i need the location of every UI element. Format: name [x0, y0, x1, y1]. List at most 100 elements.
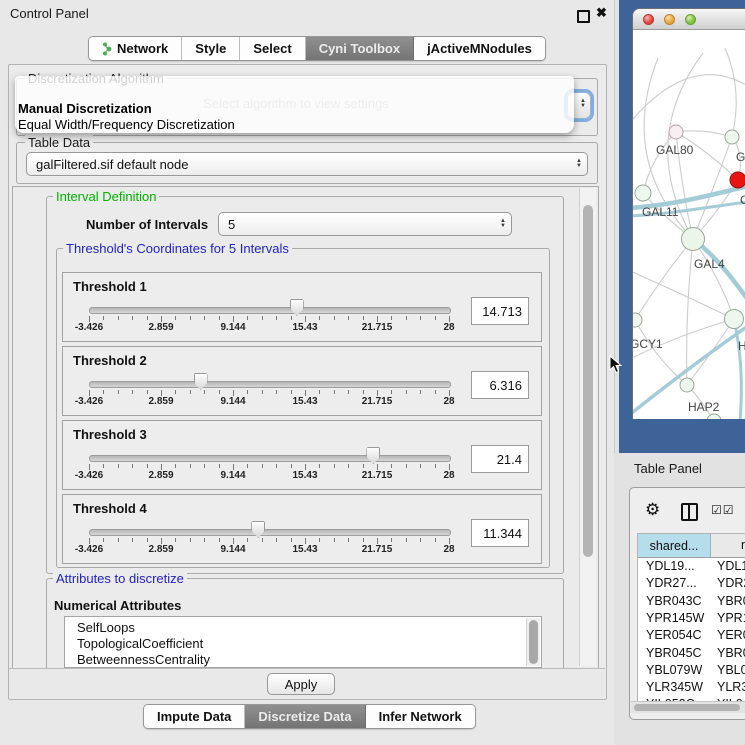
slider-tick: [175, 390, 176, 394]
dropdown-item-equal-width-frequency-discretization[interactable]: Equal Width/Frequency Discretization: [18, 117, 568, 132]
vertical-scrollbar[interactable]: [579, 188, 596, 666]
slider-tick-label: -3.426: [67, 322, 111, 333]
threshold-value-field[interactable]: [471, 519, 529, 547]
network-canvas[interactable]: GAL80GACGAL11GAL4GCY1HHAP2: [633, 30, 745, 419]
apply-button[interactable]: Apply: [267, 673, 335, 695]
cell-shared-name[interactable]: YDL19...: [646, 559, 695, 573]
tab-impute-data[interactable]: Impute Data: [144, 705, 245, 728]
cell-name[interactable]: YDR2: [717, 576, 745, 590]
slider-tick: [348, 316, 349, 320]
threshold-value-field[interactable]: [471, 445, 529, 473]
table-row[interactable]: YBR043C YBR0: [638, 594, 745, 611]
cell-name[interactable]: YLR3: [717, 680, 745, 694]
table-header-name[interactable]: name: [741, 538, 745, 552]
cell-shared-name[interactable]: YPR145W: [646, 611, 704, 625]
slider-tick: [147, 538, 148, 542]
slider-tick: [363, 538, 364, 542]
number-of-intervals-combo[interactable]: 5 ▲▼: [218, 212, 512, 236]
network-node-gal4[interactable]: [682, 228, 705, 251]
scrollbar-thumb[interactable]: [634, 704, 740, 711]
table-row[interactable]: YPR145W YPR1: [638, 611, 745, 628]
slider-tick: [406, 538, 407, 542]
slider-tick: [276, 316, 277, 320]
cell-shared-name[interactable]: YDR27...: [646, 576, 697, 590]
slider-tick: [190, 538, 191, 542]
window-title: Control Panel: [10, 6, 89, 21]
close-icon[interactable]: ✖: [596, 5, 607, 21]
slider-track[interactable]: [89, 381, 451, 388]
cell-name[interactable]: YBL0: [717, 663, 745, 677]
node-label: GA: [736, 150, 745, 164]
slider-tick: [420, 316, 421, 320]
network-node-c[interactable]: [730, 172, 745, 188]
cell-shared-name[interactable]: YBR045C: [646, 646, 702, 660]
cell-name[interactable]: YBR0: [717, 646, 745, 660]
table-row[interactable]: YDR27... YDR2: [638, 576, 745, 593]
cell-shared-name[interactable]: YER054C: [646, 628, 702, 642]
threshold-label: Threshold 4: [73, 501, 147, 516]
column-layout-icon[interactable]: [681, 503, 698, 521]
slider-track[interactable]: [89, 307, 451, 314]
tab-select[interactable]: Select: [240, 37, 305, 60]
slider-tick-label: 28: [427, 470, 471, 481]
cell-name[interactable]: YBR0: [717, 594, 745, 608]
table-row[interactable]: YBL079W YBL0: [638, 663, 745, 680]
table-row[interactable]: YDL19... YDL1: [638, 559, 745, 576]
tab-style[interactable]: Style: [182, 37, 240, 60]
scrollbar-thumb[interactable]: [529, 620, 538, 664]
network-node-gcy1[interactable]: [633, 313, 642, 327]
cell-name[interactable]: YER0: [717, 628, 745, 642]
tab-jactivemnodules[interactable]: jActiveMNodules: [414, 37, 545, 60]
cell-name[interactable]: YDL1: [717, 559, 745, 573]
tab-infer-network[interactable]: Infer Network: [366, 705, 475, 728]
table-row[interactable]: YBR045C YBR0: [638, 646, 745, 663]
cell-shared-name[interactable]: YBR043C: [646, 594, 702, 608]
tab-network[interactable]: Network: [89, 37, 182, 60]
number-of-intervals-label: Number of Intervals: [86, 217, 208, 232]
zoom-traffic-light[interactable]: [685, 14, 696, 25]
node-table[interactable]: shared... name YDL19...YDL1YDR27...YDR2Y…: [637, 533, 745, 702]
cell-name[interactable]: YPR1: [717, 611, 745, 625]
float-window-icon[interactable]: [577, 10, 590, 23]
slider-track[interactable]: [89, 529, 451, 536]
network-window-titlebar[interactable]: [633, 9, 745, 30]
table-data-combo[interactable]: galFiltered.sif default node ▲▼: [26, 152, 588, 176]
threshold-value-field[interactable]: [471, 297, 529, 325]
gear-icon[interactable]: ⚙: [645, 500, 660, 520]
network-node-gal80[interactable]: [669, 125, 683, 139]
threshold-panel-1: Threshold 1-3.4262.8599.14415.4321.71528: [62, 272, 542, 342]
table-header-shared-name[interactable]: shared...: [638, 534, 711, 557]
slider-tick: [132, 390, 133, 394]
slider-tick: [262, 390, 263, 394]
checkbox-icons[interactable]: ☑☑: [711, 503, 735, 517]
tab-discretize-data[interactable]: Discretize Data: [245, 705, 365, 728]
network-node-gal11[interactable]: [635, 185, 651, 201]
table-row[interactable]: YER054C YER0: [638, 628, 745, 645]
slider-tick: [334, 390, 335, 394]
cell-shared-name[interactable]: YBL079W: [646, 663, 702, 677]
list-scrollbar[interactable]: [526, 618, 540, 666]
attributes-list[interactable]: SelfLoopsTopologicalCoefficientBetweenne…: [64, 616, 542, 668]
table-row[interactable]: YLR345W YLR3: [638, 680, 745, 697]
attribute-item-betweennesscentrality[interactable]: BetweennessCentrality: [77, 652, 210, 667]
scrollbar-thumb[interactable]: [583, 205, 593, 557]
close-traffic-light[interactable]: [643, 14, 654, 25]
node-label: GAL11: [642, 205, 679, 219]
table-horizontal-scrollbar[interactable]: [631, 701, 745, 713]
network-node-h[interactable]: [725, 310, 744, 329]
network-node-hap2[interactable]: [680, 378, 694, 392]
slider-tick-label: 21.715: [355, 396, 399, 407]
slider-track[interactable]: [89, 455, 451, 462]
network-node[interactable]: [707, 414, 721, 419]
slider-tick: [103, 390, 104, 394]
minimize-traffic-light[interactable]: [664, 14, 675, 25]
dropdown-item-manual-discretization[interactable]: Manual Discretization: [18, 101, 568, 116]
attribute-item-selfloops[interactable]: SelfLoops: [77, 620, 135, 635]
threshold-value-field[interactable]: [471, 371, 529, 399]
tab-cyni-toolbox[interactable]: Cyni Toolbox: [306, 37, 414, 60]
attribute-item-topologicalcoefficient[interactable]: TopologicalCoefficient: [77, 636, 203, 651]
slider-tick: [204, 316, 205, 320]
slider-tick: [132, 316, 133, 320]
cell-shared-name[interactable]: YLR345W: [646, 680, 703, 694]
network-node-ga[interactable]: [725, 130, 739, 144]
